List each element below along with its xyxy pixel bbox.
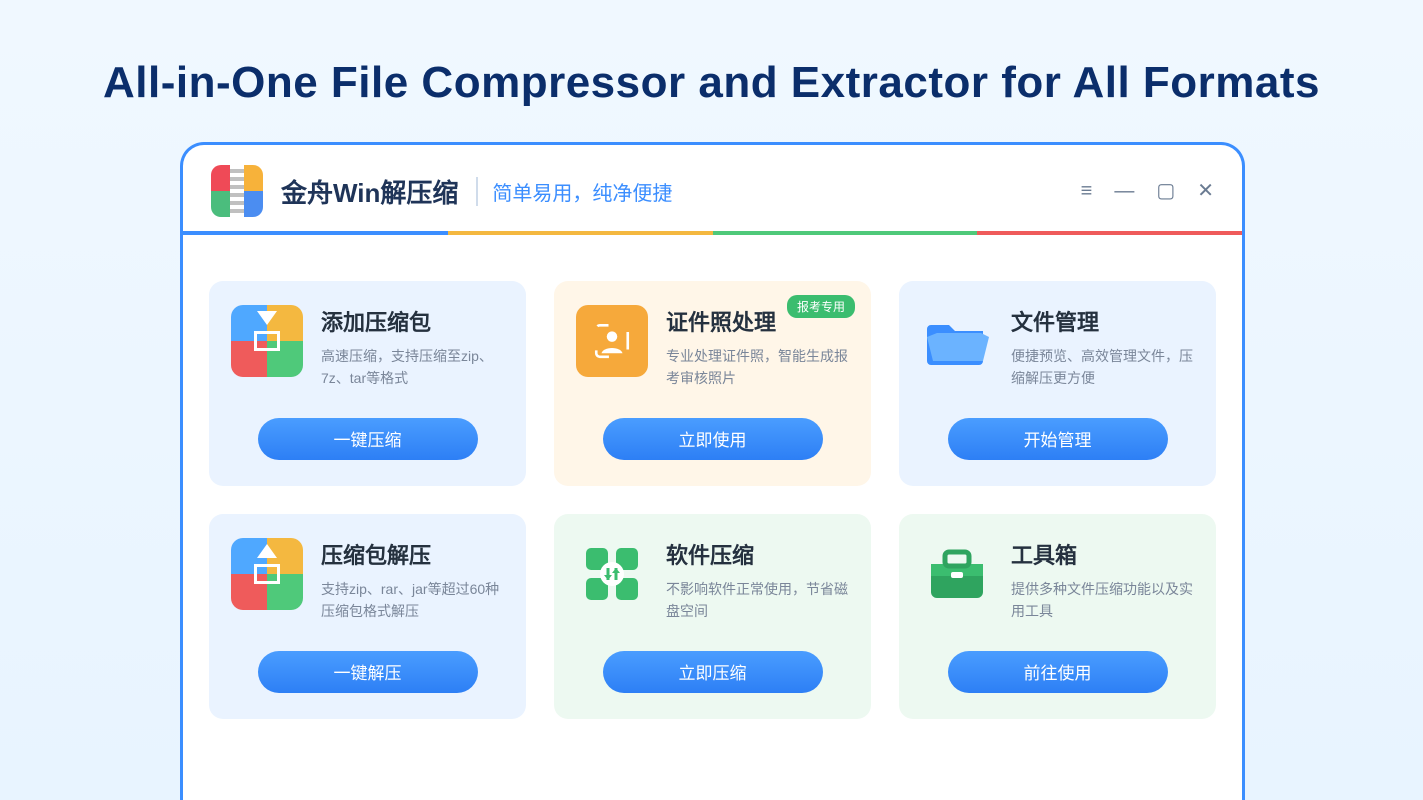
card-title: 工具箱 bbox=[1011, 538, 1194, 570]
app-logo-icon bbox=[211, 165, 263, 217]
folder-icon bbox=[921, 305, 993, 377]
minimize-button[interactable]: — bbox=[1114, 181, 1134, 201]
card-extract[interactable]: 压缩包解压 支持zip、rar、jar等超过60种压缩包格式解压 一键解压 bbox=[209, 514, 526, 719]
software-compress-icon bbox=[576, 538, 648, 610]
card-desc: 便捷预览、高效管理文件，压缩解压更方便 bbox=[1011, 345, 1194, 390]
toolbox-icon bbox=[921, 538, 993, 610]
card-desc: 提供多种文件压缩功能以及实用工具 bbox=[1011, 578, 1194, 623]
compress-button[interactable]: 一键压缩 bbox=[258, 418, 478, 460]
id-photo-icon bbox=[576, 305, 648, 377]
extract-icon bbox=[231, 538, 303, 610]
card-desc: 高速压缩，支持压缩至zip、7z、tar等格式 bbox=[321, 345, 504, 390]
feature-cards-grid: 添加压缩包 高速压缩，支持压缩至zip、7z、tar等格式 一键压缩 报考专用 … bbox=[183, 235, 1242, 719]
titlebar: 金舟Win解压缩 简单易用，纯净便捷 ≡ — ▢ ✕ bbox=[183, 145, 1242, 231]
use-now-button[interactable]: 立即使用 bbox=[603, 418, 823, 460]
card-add-archive[interactable]: 添加压缩包 高速压缩，支持压缩至zip、7z、tar等格式 一键压缩 bbox=[209, 281, 526, 486]
card-desc: 支持zip、rar、jar等超过60种压缩包格式解压 bbox=[321, 578, 504, 623]
card-desc: 不影响软件正常使用，节省磁盘空间 bbox=[666, 578, 849, 623]
badge-exam: 报考专用 bbox=[787, 295, 855, 318]
card-title: 添加压缩包 bbox=[321, 305, 504, 337]
compress-icon bbox=[231, 305, 303, 377]
menu-icon[interactable]: ≡ bbox=[1081, 181, 1093, 201]
go-use-button[interactable]: 前往使用 bbox=[948, 651, 1168, 693]
app-tagline: 简单易用，纯净便捷 bbox=[476, 177, 672, 206]
window-controls: ≡ — ▢ ✕ bbox=[1081, 181, 1214, 201]
compress-now-button[interactable]: 立即压缩 bbox=[603, 651, 823, 693]
app-name: 金舟Win解压缩 bbox=[281, 173, 458, 210]
card-title: 文件管理 bbox=[1011, 305, 1194, 337]
close-button[interactable]: ✕ bbox=[1197, 181, 1214, 201]
card-software-compress[interactable]: 软件压缩 不影响软件正常使用，节省磁盘空间 立即压缩 bbox=[554, 514, 871, 719]
card-file-manager[interactable]: 文件管理 便捷预览、高效管理文件，压缩解压更方便 开始管理 bbox=[899, 281, 1216, 486]
maximize-button[interactable]: ▢ bbox=[1156, 181, 1175, 201]
card-title: 压缩包解压 bbox=[321, 538, 504, 570]
card-id-photo[interactable]: 报考专用 证件照处理 专业处理证件照，智能生成报考审核照片 立即使用 bbox=[554, 281, 871, 486]
accent-colorbar bbox=[183, 231, 1242, 235]
card-toolbox[interactable]: 工具箱 提供多种文件压缩功能以及实用工具 前往使用 bbox=[899, 514, 1216, 719]
page-headline: All-in-One File Compressor and Extractor… bbox=[0, 0, 1423, 108]
card-desc: 专业处理证件照，智能生成报考审核照片 bbox=[666, 345, 849, 390]
app-window: 金舟Win解压缩 简单易用，纯净便捷 ≡ — ▢ ✕ 添加压缩包 高速压缩，支持… bbox=[180, 142, 1245, 800]
card-title: 软件压缩 bbox=[666, 538, 849, 570]
extract-button[interactable]: 一键解压 bbox=[258, 651, 478, 693]
start-manage-button[interactable]: 开始管理 bbox=[948, 418, 1168, 460]
